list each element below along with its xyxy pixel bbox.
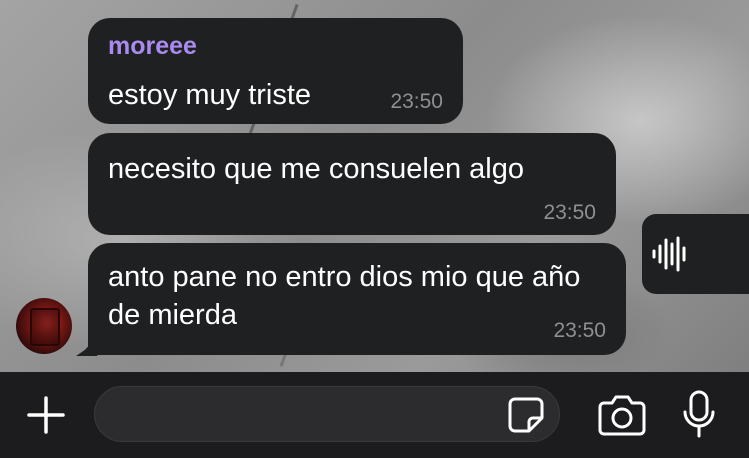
camera-icon[interactable] <box>598 394 646 436</box>
message-text: necesito que me consuelen algo <box>108 153 524 185</box>
message-bubble-3[interactable]: anto pane no entro dios mio que año de m… <box>88 243 626 355</box>
plus-icon[interactable] <box>26 395 66 435</box>
message-text: estoy muy triste <box>108 79 312 111</box>
sender-avatar[interactable] <box>16 298 72 354</box>
message-timestamp: 23:50 <box>543 201 596 224</box>
waveform-icon <box>652 236 686 272</box>
message-timestamp: 23:50 <box>553 319 606 342</box>
avatar-picture-detail <box>30 308 60 346</box>
message-bubble-2[interactable]: necesito que me consuelen algo 23:50 <box>88 133 616 235</box>
message-sender-name[interactable]: moreee <box>108 32 197 61</box>
message-bubble-1[interactable]: moreee estoy muy triste 23:50 <box>88 18 463 124</box>
voice-chat-button[interactable] <box>642 214 749 294</box>
message-text: anto pane no entro dios mio que año de m… <box>108 261 581 331</box>
sticker-icon[interactable] <box>507 396 545 434</box>
microphone-icon[interactable] <box>682 390 716 438</box>
message-input[interactable] <box>94 386 560 442</box>
message-timestamp: 23:50 <box>390 90 443 113</box>
